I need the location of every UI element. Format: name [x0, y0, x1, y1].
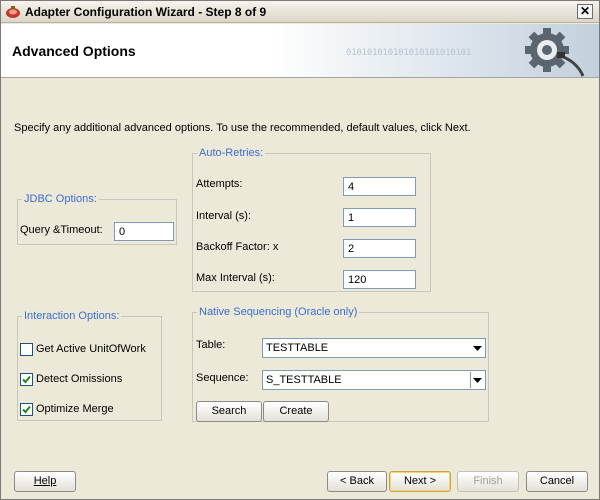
app-icon — [6, 6, 20, 18]
intro-text: Specify any additional advanced options.… — [14, 122, 471, 134]
create-button-label: Create — [279, 405, 313, 417]
close-icon: ✕ — [579, 4, 591, 18]
wizard-window: Adapter Configuration Wizard - Step 8 of… — [0, 0, 600, 500]
dropdown-arrow-icon[interactable] — [470, 340, 484, 356]
interval-label: Interval (s): — [196, 210, 252, 222]
cancel-button[interactable]: Cancel — [526, 471, 588, 492]
window-title: Adapter Configuration Wizard - Step 8 of… — [25, 5, 267, 19]
help-button[interactable]: Help — [14, 471, 76, 492]
detect-omissions-label[interactable]: Detect Omissions — [36, 373, 122, 385]
attempts-field[interactable] — [343, 177, 416, 196]
table-select-value: TESTTABLE — [266, 342, 329, 354]
max-interval-field[interactable] — [343, 270, 416, 289]
query-timeout-label: Query &Timeout: — [20, 224, 103, 236]
sequence-label: Sequence: — [196, 372, 249, 384]
table-label: Table: — [196, 339, 226, 351]
get-active-unitofwork-label[interactable]: Get Active UnitOfWork — [36, 343, 146, 355]
optimize-merge-label[interactable]: Optimize Merge — [36, 403, 114, 415]
optimize-merge-checkbox[interactable] — [20, 403, 33, 416]
next-button-label: Next > — [403, 475, 437, 487]
back-button[interactable]: < Back — [327, 471, 387, 492]
finish-button: Finish — [457, 471, 519, 492]
close-button[interactable]: ✕ — [577, 4, 593, 19]
query-timeout-field[interactable] — [114, 222, 174, 241]
title-bar[interactable]: Adapter Configuration Wizard - Step 8 of… — [1, 1, 599, 23]
checkmark-icon — [22, 405, 31, 414]
jdbc-options-legend: JDBC Options: — [24, 193, 97, 205]
get-active-unitofwork-checkbox[interactable] — [20, 343, 33, 356]
gear-icon — [525, 28, 585, 77]
interaction-options-legend: Interaction Options: — [24, 310, 120, 322]
backoff-factor-label: Backoff Factor: x — [196, 241, 279, 253]
binary-decoration: 010101010101010101010101 — [346, 48, 472, 58]
dropdown-arrow-icon[interactable] — [470, 372, 484, 388]
help-button-label: Help — [33, 475, 57, 487]
table-select[interactable]: TESTTABLE — [262, 338, 486, 358]
attempts-label: Attempts: — [196, 178, 243, 190]
backoff-factor-field[interactable] — [343, 239, 416, 258]
cancel-button-label: Cancel — [539, 475, 575, 487]
finish-button-label: Finish — [473, 475, 503, 487]
interval-field[interactable] — [343, 208, 416, 227]
checkmark-icon — [22, 375, 31, 384]
auto-retries-legend: Auto-Retries: — [199, 147, 264, 159]
detect-omissions-checkbox[interactable] — [20, 373, 33, 386]
create-button[interactable]: Create — [263, 401, 329, 422]
max-interval-label: Max Interval (s): — [196, 272, 275, 284]
header-banner: Advanced Options 01010101010101010101010… — [1, 24, 599, 78]
search-button[interactable]: Search — [196, 401, 262, 422]
sequence-combo-value: S_TESTTABLE — [266, 374, 342, 386]
sequence-combo[interactable]: S_TESTTABLE — [262, 370, 486, 390]
next-button[interactable]: Next > — [389, 471, 451, 492]
search-button-label: Search — [211, 405, 247, 417]
page-title: Advanced Options — [12, 43, 136, 59]
back-button-label: < Back — [340, 475, 374, 487]
native-sequencing-legend: Native Sequencing (Oracle only) — [199, 306, 358, 318]
